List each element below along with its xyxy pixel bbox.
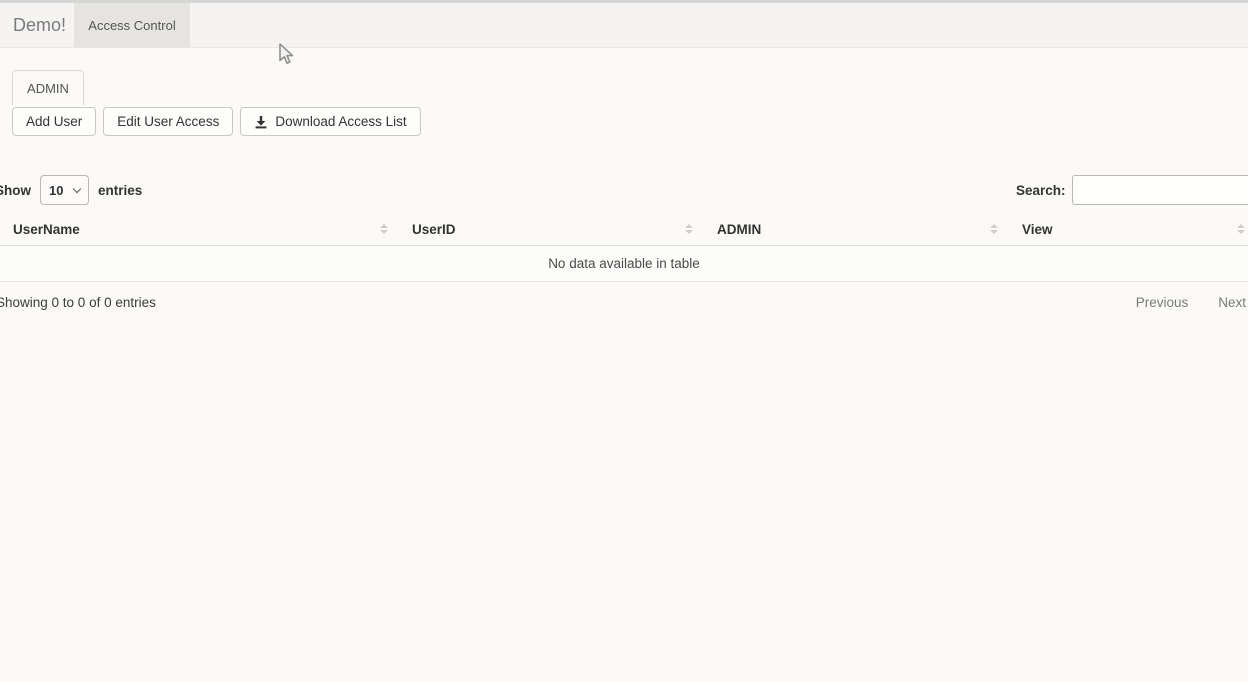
column-header-view[interactable]: View — [1005, 214, 1248, 245]
table-header: UserName UserID ADMIN View — [0, 214, 1248, 245]
edit-user-access-label: Edit User Access — [117, 114, 219, 129]
empty-row: No data available in table — [0, 245, 1248, 281]
navbar: Demo! Access Control — [0, 3, 1248, 48]
access-list-table: UserName UserID ADMIN View No data avail… — [0, 214, 1248, 282]
pagination: Previous Next — [1136, 295, 1246, 310]
table-info: Showing 0 to 0 of 0 entries — [0, 295, 156, 310]
page-length-select-box: 10 — [40, 175, 89, 205]
column-header-admin[interactable]: ADMIN — [700, 214, 1005, 245]
next-page-button[interactable]: Next — [1218, 295, 1246, 310]
add-user-button[interactable]: Add User — [12, 107, 96, 136]
sort-both-icon — [380, 224, 388, 234]
edit-user-access-button[interactable]: Edit User Access — [103, 107, 233, 136]
column-header-userid-label: UserID — [412, 222, 456, 237]
empty-message: No data available in table — [0, 245, 1248, 281]
column-header-view-label: View — [1022, 222, 1053, 237]
search-input[interactable] — [1072, 175, 1248, 205]
sort-both-icon — [1237, 224, 1245, 234]
add-user-label: Add User — [26, 114, 82, 129]
download-icon — [254, 115, 268, 129]
nav-item-access-control[interactable]: Access Control — [74, 3, 190, 48]
arrow-pointer-cursor — [278, 43, 298, 67]
navbar-brand[interactable]: Demo! — [13, 3, 66, 48]
tab-admin[interactable]: ADMIN — [12, 70, 84, 105]
entries-label: entries — [98, 183, 142, 198]
page-length-select[interactable]: 10 — [40, 175, 89, 205]
access-control-page: { "navbar": { "brand": "Demo!", "active_… — [0, 0, 1248, 682]
search-label: Search: — [1016, 183, 1066, 198]
column-header-username-label: UserName — [13, 222, 80, 237]
page-length-control: Show 10 entries — [0, 175, 142, 205]
sort-both-icon — [685, 224, 693, 234]
table-search-control: Search: — [1016, 175, 1248, 205]
toolbar: Add User Edit User Access Download Acces… — [12, 107, 421, 136]
sort-both-icon — [990, 224, 998, 234]
download-access-list-button[interactable]: Download Access List — [240, 107, 420, 136]
column-header-admin-label: ADMIN — [717, 222, 761, 237]
column-header-userid[interactable]: UserID — [395, 214, 700, 245]
previous-page-button[interactable]: Previous — [1136, 295, 1189, 310]
column-header-username[interactable]: UserName — [0, 214, 395, 245]
show-label: Show — [0, 183, 31, 198]
download-access-list-label: Download Access List — [275, 114, 406, 129]
table-body: No data available in table — [0, 245, 1248, 281]
